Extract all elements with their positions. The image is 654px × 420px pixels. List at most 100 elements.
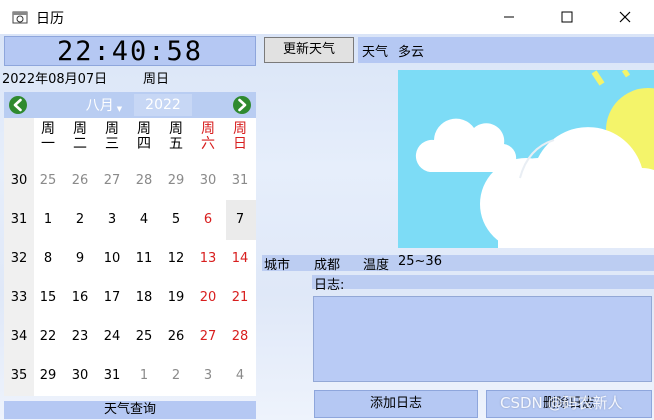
weekday-header-line1: 周 — [233, 121, 247, 137]
calendar-day[interactable]: 2 — [160, 368, 192, 383]
digital-clock: 22:40:58 — [4, 36, 256, 67]
partly-cloudy-icon — [398, 70, 654, 248]
weekday-header-line2: 五 — [169, 136, 183, 152]
current-weekday: 周日 — [143, 72, 170, 87]
calendar-day[interactable]: 29 — [160, 173, 192, 188]
calendar-day[interactable]: 13 — [192, 251, 224, 266]
weekday-header-line2: 四 — [137, 136, 151, 152]
close-icon — [619, 11, 631, 23]
calendar-day[interactable]: 16 — [64, 290, 96, 305]
minimize-icon — [504, 16, 514, 18]
weekday-header-line2: 一 — [41, 136, 55, 152]
weekday-header: 周日 — [224, 122, 256, 152]
calendar-day[interactable]: 22 — [32, 329, 64, 344]
calendar-day[interactable]: 3 — [192, 368, 224, 383]
calendar-day[interactable]: 30 — [192, 173, 224, 188]
weekday-header-line2: 二 — [73, 136, 87, 152]
chevron-down-icon: ▼ — [116, 105, 123, 113]
add-log-button[interactable]: 添加日志 — [314, 390, 478, 418]
week-number: 35 — [10, 368, 28, 383]
calendar-day[interactable]: 9 — [64, 251, 96, 266]
current-date: 2022年08月07日 — [2, 72, 108, 87]
close-button[interactable] — [602, 0, 648, 34]
weekday-header-line1: 周 — [73, 121, 87, 137]
title-bar: 日历 — [0, 0, 654, 34]
city-label: 城市 — [264, 258, 291, 273]
log-strip — [312, 275, 654, 289]
calendar-day[interactable]: 5 — [160, 212, 192, 227]
app-icon — [12, 11, 28, 24]
calendar-day[interactable]: 10 — [96, 251, 128, 266]
calendar-day[interactable]: 21 — [224, 290, 256, 305]
calendar-header: 八月 ▼ 2022 — [4, 92, 256, 118]
maximize-button[interactable] — [544, 0, 590, 34]
calendar-widget: 八月 ▼ 2022 周一周二周三周四周五周六周日 30 25 26 27 28 29 30 3… — [4, 92, 256, 396]
calendar-day[interactable]: 2 — [64, 212, 96, 227]
calendar-day[interactable]: 26 — [160, 329, 192, 344]
temperature-label: 温度 — [363, 258, 390, 273]
calendar-day[interactable]: 27 — [96, 173, 128, 188]
calendar-day[interactable]: 24 — [96, 329, 128, 344]
calendar-day[interactable]: 11 — [128, 251, 160, 266]
weekday-header: 周三 — [96, 122, 128, 152]
calendar-day[interactable]: 12 — [160, 251, 192, 266]
calendar-day[interactable]: 17 — [96, 290, 128, 305]
calendar-day[interactable]: 18 — [128, 290, 160, 305]
calendar-day[interactable]: 25 — [128, 329, 160, 344]
week-number: 31 — [10, 212, 28, 227]
window-title: 日历 — [36, 11, 64, 27]
month-dropdown[interactable]: 八月 ▼ — [76, 94, 132, 116]
calendar-day[interactable]: 20 — [192, 290, 224, 305]
log-textarea[interactable] — [313, 296, 652, 382]
calendar-day[interactable]: 7 — [224, 212, 256, 227]
weekday-header: 周一 — [32, 122, 64, 152]
calendar-day[interactable]: 23 — [64, 329, 96, 344]
weekday-header-line2: 六 — [201, 136, 215, 152]
weekday-header-line1: 周 — [201, 121, 215, 137]
calendar-day[interactable]: 4 — [224, 368, 256, 383]
calendar-day[interactable]: 1 — [32, 212, 64, 227]
calendar-day[interactable]: 26 — [64, 173, 96, 188]
week-number: 32 — [10, 251, 28, 266]
calendar-day[interactable]: 14 — [224, 251, 256, 266]
calendar-day[interactable]: 28 — [128, 173, 160, 188]
weekday-header: 周五 — [160, 122, 192, 152]
week-number: 34 — [10, 329, 28, 344]
calendar-day[interactable]: 1 — [128, 368, 160, 383]
weekday-header: 周六 — [192, 122, 224, 152]
calendar-day[interactable]: 6 — [192, 212, 224, 227]
calendar-day[interactable]: 15 — [32, 290, 64, 305]
calendar-day[interactable]: 30 — [64, 368, 96, 383]
calendar-day[interactable]: 19 — [160, 290, 192, 305]
weather-label: 天气 — [362, 45, 389, 60]
minimize-button[interactable] — [486, 0, 532, 34]
city-value: 成都 — [314, 258, 341, 273]
week-number: 30 — [10, 173, 28, 188]
weekday-header: 周二 — [64, 122, 96, 152]
weather-query-label[interactable]: 天气查询 — [4, 401, 256, 419]
calendar-day[interactable]: 27 — [192, 329, 224, 344]
calendar-day[interactable]: 3 — [96, 212, 128, 227]
calendar-day[interactable]: 31 — [224, 173, 256, 188]
month-value: 八月 — [85, 98, 114, 114]
calendar-day[interactable]: 25 — [32, 173, 64, 188]
weekday-header-line1: 周 — [41, 121, 55, 137]
weekday-header-line1: 周 — [105, 121, 119, 137]
calendar-day[interactable]: 31 — [96, 368, 128, 383]
year-spinner[interactable]: 2022 — [134, 94, 192, 116]
temperature-value: 25~36 — [398, 254, 442, 269]
update-weather-button[interactable]: 更新天气 — [264, 37, 354, 63]
weekday-header-line2: 日 — [233, 136, 247, 152]
week-number: 33 — [10, 290, 28, 305]
calendar-day[interactable]: 29 — [32, 368, 64, 383]
weekday-header-line1: 周 — [137, 121, 151, 137]
next-month-icon[interactable] — [232, 95, 252, 115]
calendar-day[interactable]: 28 — [224, 329, 256, 344]
calendar-day[interactable]: 4 — [128, 212, 160, 227]
calendar-day[interactable]: 8 — [32, 251, 64, 266]
prev-month-icon[interactable] — [8, 95, 28, 115]
maximize-icon — [561, 11, 573, 23]
log-label: 日志: — [314, 278, 345, 293]
weekday-header: 周四 — [128, 122, 160, 152]
watermark: CSDN @码农新人 — [500, 394, 623, 412]
